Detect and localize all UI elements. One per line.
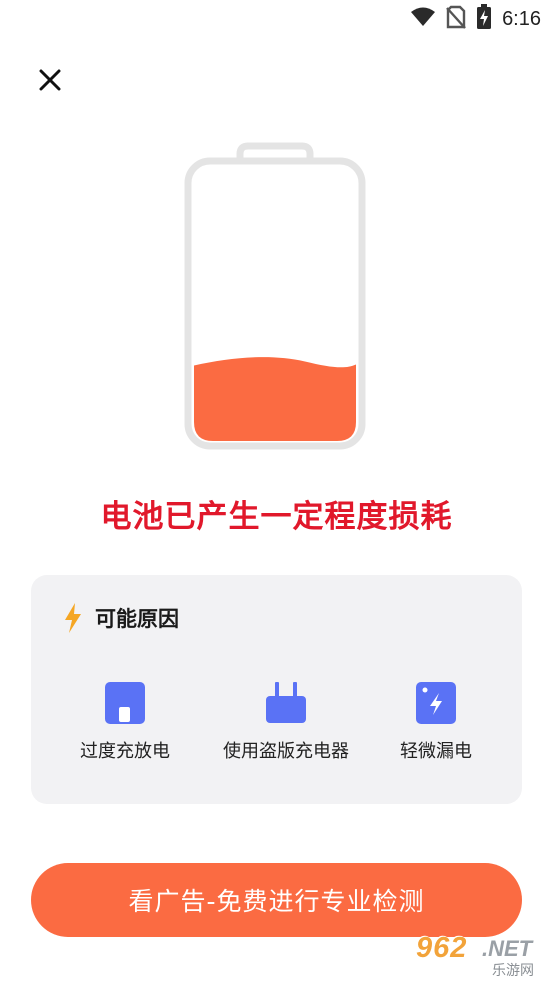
watermark-suffix: .NET [482, 936, 533, 961]
charger-icon [266, 682, 306, 723]
watermark-logo: 962 .NET 乐游网 [412, 930, 547, 980]
reason-item-minor-leak: 轻微漏电 [356, 681, 516, 763]
lightning-icon [65, 603, 81, 633]
battery-illustration [180, 140, 370, 455]
battery-fill-level [194, 357, 356, 441]
watermark-site: 乐游网 [490, 960, 536, 980]
watermark-number: 962 [416, 932, 468, 964]
reason-label: 轻微漏电 [400, 741, 472, 762]
possible-causes-title: 可能原因 [95, 607, 179, 631]
no-sim-icon [446, 5, 466, 33]
damage-headline: 电池已产生一定程度损耗 [100, 499, 453, 535]
wifi-icon [410, 6, 436, 32]
reason-item-over-discharge: 过度充放电 [45, 681, 205, 763]
reason-item-pirated-charger: 使用盗版充电器 [206, 681, 366, 763]
leak-icon [416, 682, 456, 724]
status-time: 6:16 [502, 7, 541, 30]
close-icon [39, 69, 61, 91]
watch-ad-check-button[interactable]: 看广告-免费进行专业检测 [31, 863, 522, 937]
status-bar: 6:16 [0, 0, 553, 38]
battery-charging-icon [476, 4, 492, 34]
reason-label: 过度充放电 [80, 741, 170, 762]
possible-causes-header: 可能原因 [63, 603, 179, 633]
close-button[interactable] [34, 64, 66, 96]
status-icons: 6:16 [410, 4, 541, 34]
battery-box-icon [105, 682, 145, 724]
possible-causes-card: 可能原因 过度充放电 使用盗版充电器 轻微漏电 [31, 575, 522, 804]
reason-label: 使用盗版充电器 [223, 741, 349, 762]
